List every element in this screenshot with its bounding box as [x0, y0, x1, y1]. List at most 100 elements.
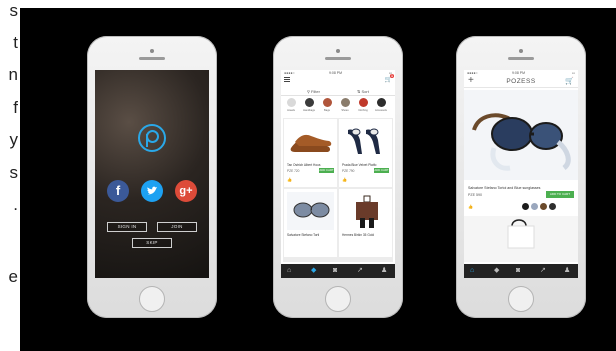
status-time: 9:08 PM	[329, 71, 343, 75]
cart-icon[interactable]: 🛒 1	[385, 74, 394, 83]
like-icon[interactable]: 👍	[287, 177, 292, 182]
product-card[interactable]: Tan Ostrich Albert Hous PZE 720 ADD CART…	[284, 119, 337, 187]
category-label: Handbags	[303, 109, 315, 112]
trending-icon[interactable]: ↗	[357, 267, 363, 275]
sort-label: Sort	[361, 89, 369, 94]
listing-screen: ●●●●○ 9:08 PM ▭ 🛒 1 ⚲ Filter ⇅ Sort Jewel…	[281, 70, 395, 278]
home-button[interactable]	[508, 286, 534, 312]
category-item[interactable]: Shoes	[339, 98, 351, 112]
color-swatch[interactable]	[540, 203, 547, 210]
add-cart-button[interactable]: ADD CART	[319, 168, 334, 173]
app-showcase-stage: f g+ SIGN IN JOIN SKIP ●●●●○ 9:08 PM ▭ 🛒…	[20, 8, 616, 351]
color-swatch[interactable]	[549, 203, 556, 210]
category-thumb	[340, 98, 350, 107]
filter-button[interactable]: ⚲ Filter	[307, 89, 320, 94]
cart-count-badge: 1	[390, 74, 394, 78]
filter-sort-bar: ⚲ Filter ⇅ Sort	[281, 86, 395, 96]
category-strip: Jewels Handbags Bags Shoes Clothing Acce…	[283, 98, 393, 116]
home-icon[interactable]: ⌂	[287, 267, 291, 275]
product-name: Tan Ostrich Albert Hous	[287, 163, 321, 167]
product-price: PZE 720	[287, 169, 300, 173]
add-cart-button[interactable]: ADD CART	[374, 168, 389, 173]
earpiece	[508, 57, 534, 60]
product-card[interactable]: Hermes Birkin 35 Gold	[339, 189, 392, 257]
filter-label: Filter	[311, 89, 320, 94]
phone-login: f g+ SIGN IN JOIN SKIP	[87, 36, 217, 318]
phone-listing: ●●●●○ 9:08 PM ▭ 🛒 1 ⚲ Filter ⇅ Sort Jewel…	[273, 36, 403, 318]
product-grid: Tan Ostrich Albert Hous PZE 720 ADD CART…	[283, 118, 393, 262]
category-label: Shoes	[341, 109, 349, 112]
color-swatch[interactable]	[531, 203, 538, 210]
category-label: Accessories	[375, 109, 387, 112]
color-swatch[interactable]	[522, 203, 529, 210]
home-button[interactable]	[139, 286, 165, 312]
top-bar: 🛒 1	[281, 74, 395, 84]
category-item[interactable]: Bags	[321, 98, 333, 112]
join-button[interactable]: JOIN	[157, 222, 197, 232]
product-name: Salvatore Stefano Torti	[287, 233, 320, 237]
cart-icon[interactable]: 🛒	[565, 77, 574, 85]
detail-screen: ●●●●○ 9:08 PM ▭ + POZESS 🛒 Salvatore Ste…	[464, 70, 578, 278]
letter: f	[13, 98, 18, 117]
profile-icon[interactable]: ♟	[381, 267, 387, 275]
add-to-cart-button[interactable]: ADD TO CART	[546, 191, 574, 198]
front-camera	[519, 49, 523, 53]
home-icon[interactable]: ⌂	[470, 267, 474, 275]
product-name: Hermes Birkin 35 Gold	[342, 233, 375, 237]
twitter-icon[interactable]	[141, 180, 163, 202]
product-hero-image	[464, 90, 578, 180]
letter: t	[13, 33, 18, 52]
product-price: PZE 790	[342, 169, 355, 173]
camera-icon[interactable]: ◙	[516, 267, 520, 275]
signal-icon: ●●●●○	[284, 71, 295, 75]
product-card[interactable]: Salvatore Stefano Torti	[284, 189, 337, 257]
google-plus-icon[interactable]: g+	[175, 180, 197, 202]
pozess-logo-icon	[138, 124, 166, 152]
product-image-shoes	[287, 122, 334, 160]
profile-icon[interactable]: ♟	[564, 267, 570, 275]
category-label: Clothing	[358, 109, 368, 112]
category-item[interactable]: Jewels	[285, 98, 297, 112]
bottom-tab-bar: ⌂ ◆ ◙ ↗ ♟	[464, 264, 578, 278]
sort-button[interactable]: ⇅ Sort	[357, 89, 369, 94]
hamburger-menu-icon[interactable]	[284, 77, 290, 82]
letter: s	[9, 163, 19, 182]
letter: y	[9, 130, 19, 149]
left-page-text: s t n f y s . e	[0, 0, 20, 351]
category-item[interactable]: Clothing	[357, 98, 369, 112]
category-label: Jewels	[287, 109, 295, 112]
front-camera	[336, 49, 340, 53]
product-name: Salvatore Stefano Tortoi and Blue sungla…	[468, 186, 541, 190]
like-icon[interactable]: 👍	[468, 204, 473, 209]
category-item[interactable]: Accessories	[375, 98, 387, 112]
status-time: 9:08 PM	[512, 71, 526, 75]
letter: s	[9, 1, 19, 20]
category-thumb	[286, 98, 296, 107]
bottom-tab-bar: ⌂ ◆ ◙ ↗ ♟	[281, 264, 395, 278]
related-products	[464, 216, 578, 262]
category-thumb	[358, 98, 368, 107]
bag-icon[interactable]: ◆	[494, 267, 499, 275]
like-icon[interactable]: 👍	[342, 177, 347, 182]
brand-title: POZESS	[506, 78, 536, 85]
earpiece	[325, 57, 351, 60]
sign-in-button[interactable]: SIGN IN	[107, 222, 147, 232]
product-image-heels	[342, 122, 389, 160]
earpiece	[139, 57, 165, 60]
trending-icon[interactable]: ↗	[540, 267, 546, 275]
category-item[interactable]: Handbags	[303, 98, 315, 112]
product-name: Prada Blue Velvet Platfo	[342, 163, 377, 167]
camera-icon[interactable]: ◙	[333, 267, 337, 275]
category-thumb	[304, 98, 314, 107]
front-camera	[150, 49, 154, 53]
home-button[interactable]	[325, 286, 351, 312]
product-price: PZE 590	[468, 193, 482, 197]
skip-button[interactable]: SKIP	[132, 238, 172, 248]
battery-icon: ▭	[571, 71, 575, 75]
bag-icon[interactable]: ◆	[311, 267, 316, 275]
product-card[interactable]: Prada Blue Velvet Platfo PZE 790 ADD CAR…	[339, 119, 392, 187]
facebook-icon[interactable]: f	[107, 180, 129, 202]
top-bar: + POZESS 🛒	[464, 76, 578, 88]
category-thumb	[376, 98, 386, 107]
product-image-sunglasses	[287, 192, 334, 230]
